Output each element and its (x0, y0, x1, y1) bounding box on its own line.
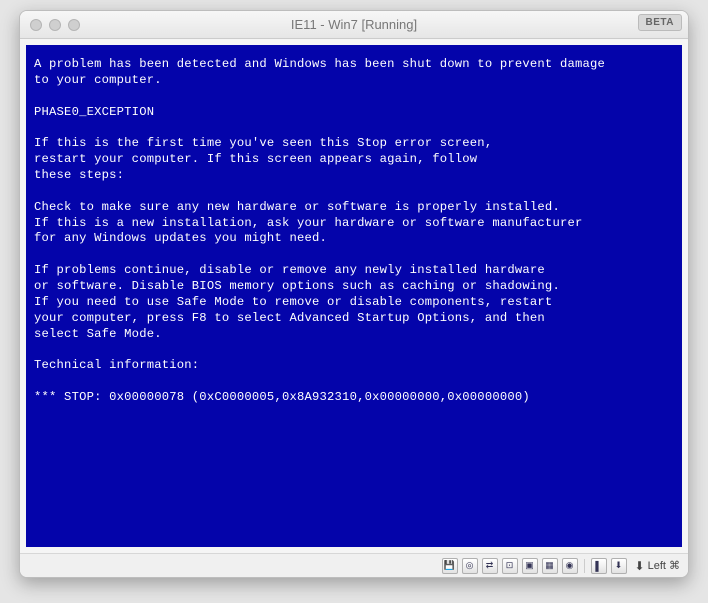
beta-badge: BETA (638, 14, 682, 31)
window-title: IE11 - Win7 [Running] (20, 17, 688, 32)
display-icon[interactable]: ▦ (542, 558, 558, 574)
host-key-label: Left ⌘ (648, 559, 680, 572)
mouse-integration-icon[interactable]: ▌ (591, 558, 607, 574)
floppy-icon[interactable]: 💾 (442, 558, 458, 574)
vm-window: IE11 - Win7 [Running] BETA A problem has… (19, 10, 689, 578)
network-icon[interactable]: ⇄ (482, 558, 498, 574)
close-button[interactable] (30, 19, 42, 31)
statusbar: 💾 ◎ ⇄ ⊡ ▣ ▦ ◉ ▌ ⬇ ⬇ Left ⌘ (20, 553, 688, 577)
bsod-screen: A problem has been detected and Windows … (26, 45, 682, 547)
recording-icon[interactable]: ◉ (562, 558, 578, 574)
discs-icon[interactable]: ◎ (462, 558, 478, 574)
download-icon[interactable]: ⬇ (611, 558, 627, 574)
zoom-button[interactable] (68, 19, 80, 31)
window-content: A problem has been detected and Windows … (20, 39, 688, 553)
traffic-lights (20, 19, 80, 31)
statusbar-separator (584, 559, 585, 573)
titlebar: IE11 - Win7 [Running] BETA (20, 11, 688, 39)
usb-icon[interactable]: ⊡ (502, 558, 518, 574)
minimize-button[interactable] (49, 19, 61, 31)
down-arrow-icon: ⬇ (635, 559, 645, 573)
host-key-indicator: ⬇ Left ⌘ (635, 559, 680, 573)
shared-folder-icon[interactable]: ▣ (522, 558, 538, 574)
